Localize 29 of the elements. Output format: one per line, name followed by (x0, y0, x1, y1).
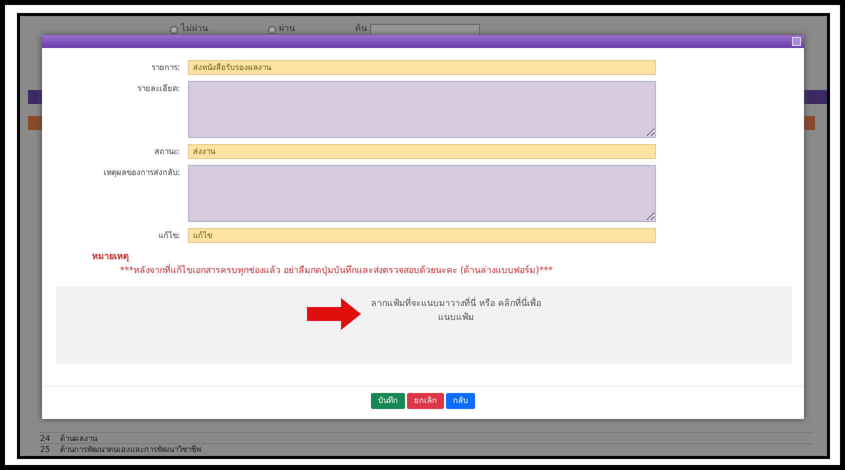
action-button[interactable]: ยกเลิก (407, 393, 444, 410)
dropzone-text: ลากแฟ้มที่จะแนบมาวางที่นี่ หรือ คลิกที่นี่เพื่อ แนบแฟ้ม (371, 298, 541, 325)
dropzone[interactable]: ลากแฟ้มที่จะแนบมาวางที่นี่ หรือ คลิกที่นี่เพื่อ แนบแฟ้ม (56, 286, 792, 364)
text-field[interactable]: แก้ไข (188, 228, 656, 243)
field-label: รายละเอียด: (136, 83, 180, 95)
action-button[interactable]: บันทึก (371, 393, 405, 410)
radio-label: ไม่ผ่าน (181, 23, 208, 36)
row-text: ด้านการพัฒนาตนเองและการพัฒนาวิชาชีพ (60, 444, 202, 454)
row-number: 24 (40, 433, 50, 443)
field-label: เหตุผลของการส่งกลับ: (102, 167, 180, 180)
action-button[interactable]: กลับ (446, 393, 475, 410)
search-label: ค้น (355, 23, 367, 36)
radio-button[interactable] (170, 26, 178, 34)
text-area[interactable] (188, 81, 656, 138)
field-label: รายการ: (150, 62, 180, 74)
row-number: 25 (40, 444, 50, 454)
radio-label: ผ่าน (279, 23, 295, 36)
note-title: หมายเหตุ (91, 251, 130, 264)
row-text: ด้านผลงาน (60, 433, 98, 443)
field-label: สถานะ: (153, 146, 180, 158)
arrow-icon (307, 298, 361, 330)
text-area[interactable] (188, 165, 656, 222)
field-label: แก้ไข: (157, 230, 180, 242)
text-field[interactable]: ส่งงาน (188, 144, 656, 159)
text-field[interactable]: ส่งหนังสือรับรองผลงาน (188, 60, 656, 75)
note-text: ***หลังจากที่แก้ไขเอกสารครบทุกช่องแล้ว อย่าลืมกดปุ่มบันทึกและส่งตรวจสอบด้วยนะคะ (ด้านล่างแบบฟอร์ม)*** (119, 264, 554, 278)
radio-button[interactable] (268, 26, 276, 34)
close-icon[interactable] (792, 37, 801, 46)
search-field[interactable] (370, 24, 480, 36)
